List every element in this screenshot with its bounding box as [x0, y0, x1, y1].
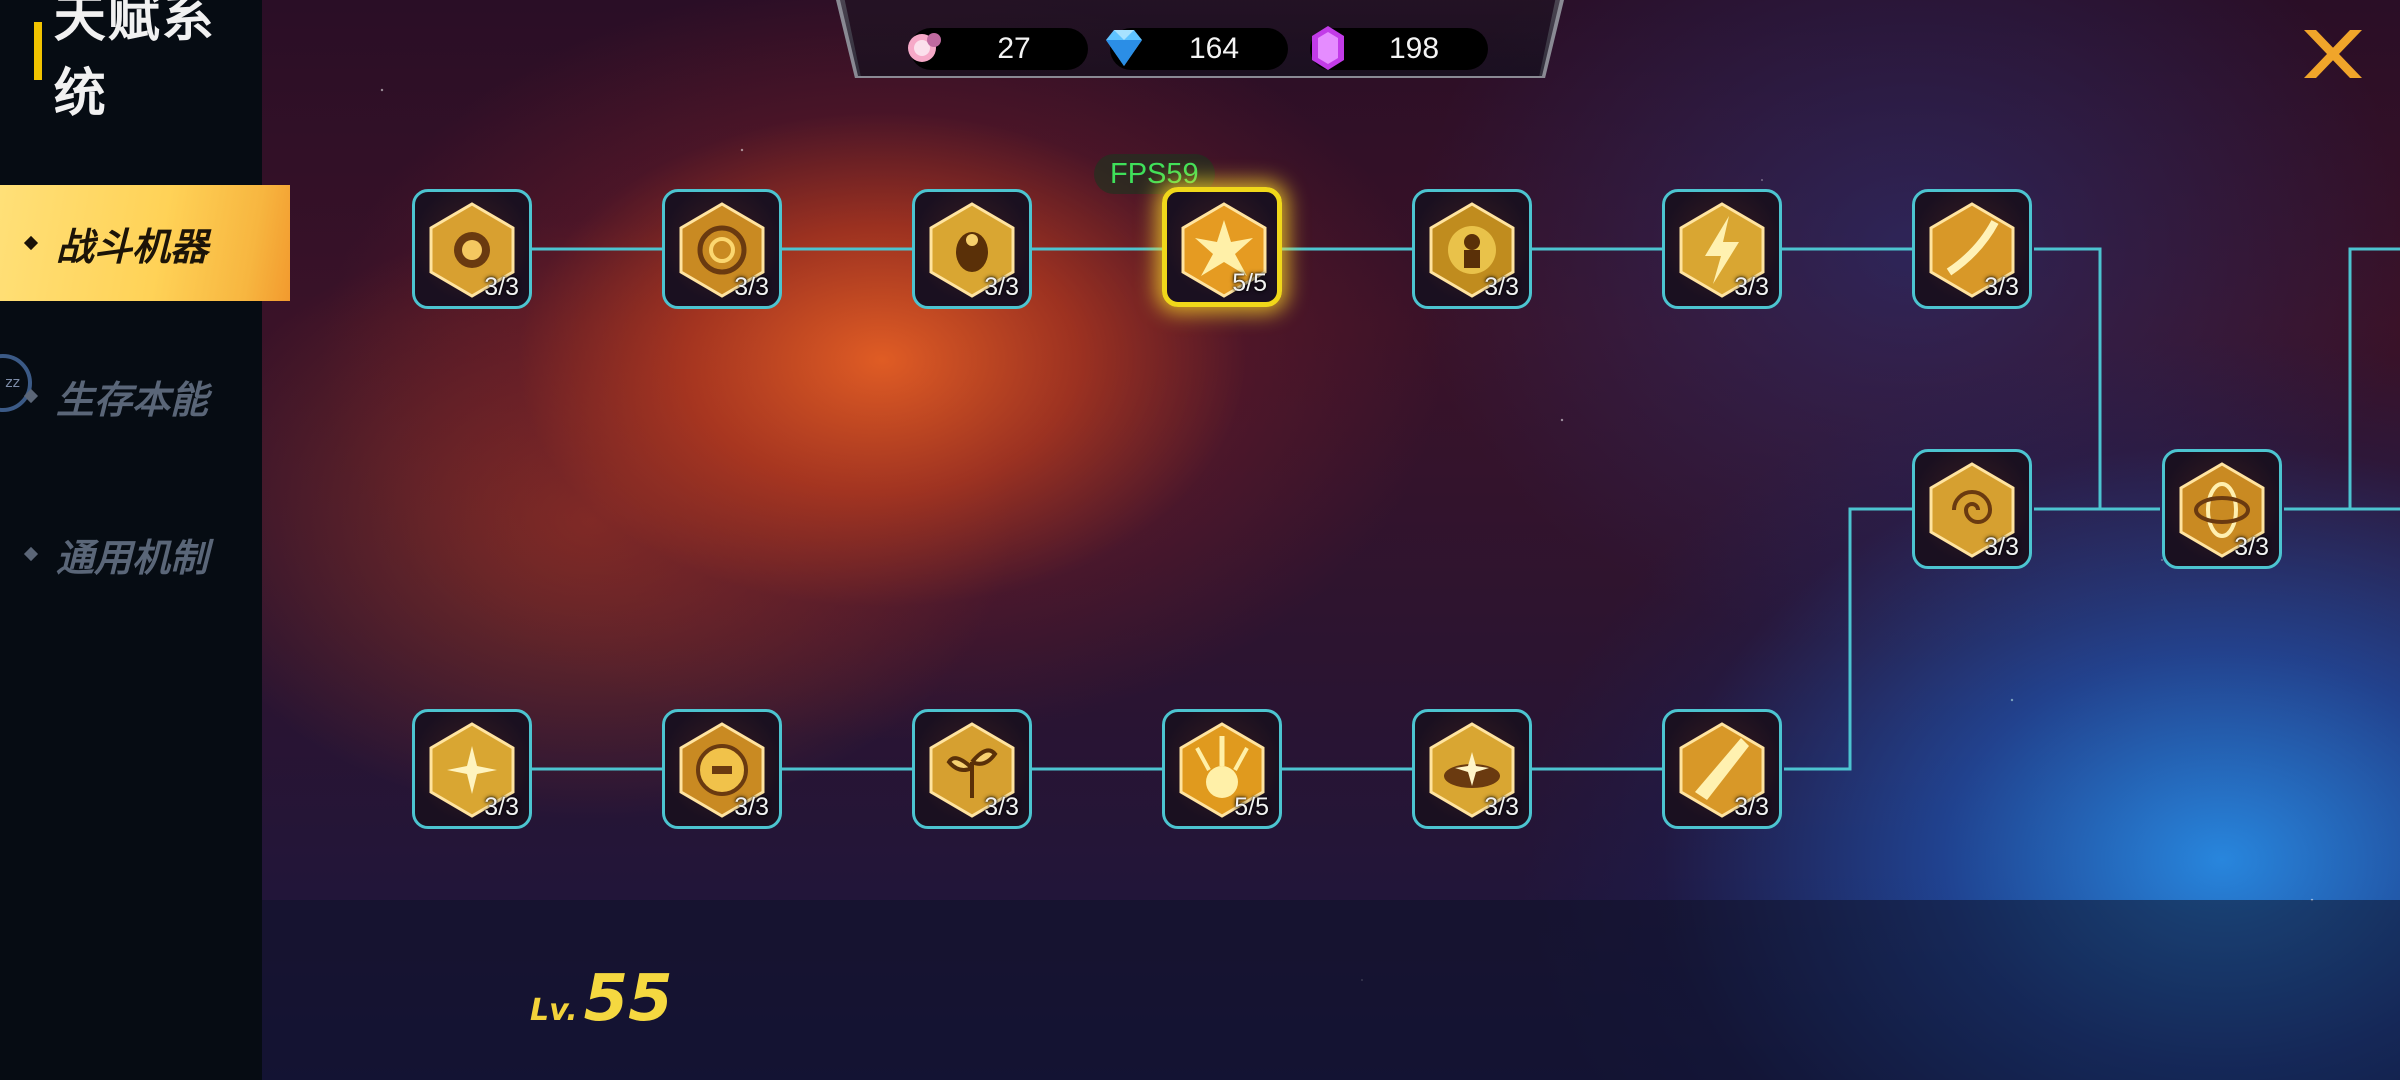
- tab-combat-machine[interactable]: 战斗机器: [0, 185, 290, 301]
- talent-level: 3/3: [734, 793, 769, 821]
- close-icon: [2304, 30, 2362, 78]
- page-title-text: 天赋系统: [53, 0, 216, 124]
- level-prefix: Lv.: [530, 993, 578, 1028]
- currency-value: 164: [1188, 32, 1240, 65]
- talent-node-r1-1[interactable]: 3/3: [412, 189, 532, 309]
- diamond-bullet-icon: [23, 235, 39, 251]
- sidebar: 天赋系统 战斗机器 zz 生存本能 通用机制: [0, 0, 290, 1080]
- talent-node-r1-4[interactable]: 5/5: [1162, 187, 1282, 307]
- diamond-bullet-icon: [23, 388, 39, 404]
- talent-level: 3/3: [984, 793, 1019, 821]
- currency-value: 27: [997, 32, 1031, 65]
- talent-level: 3/3: [1484, 273, 1519, 301]
- tab-label: 通用机制: [56, 535, 209, 580]
- talent-level: 3/3: [2234, 533, 2269, 561]
- talent-level: 5/5: [1234, 793, 1269, 821]
- talent-node-r1-7[interactable]: 3/3: [1912, 189, 2032, 309]
- diamond-icon: [1106, 30, 1142, 66]
- talent-level: 3/3: [1734, 793, 1769, 821]
- talent-node-r1-5[interactable]: 3/3: [1412, 189, 1532, 309]
- talent-node-r1-2[interactable]: 3/3: [662, 189, 782, 309]
- page-title: 天赋系统: [34, 0, 262, 124]
- diamond-bullet-icon: [23, 546, 39, 562]
- talent-node-r2-2[interactable]: 3/3: [2162, 449, 2282, 569]
- tab-general-mechanics[interactable]: 通用机制: [0, 496, 262, 612]
- talent-node-r1-6[interactable]: 3/3: [1662, 189, 1782, 309]
- purple-crystal-icon: [1312, 26, 1344, 70]
- talent-node-r3-4[interactable]: 5/5: [1162, 709, 1282, 829]
- talent-level: 3/3: [484, 793, 519, 821]
- currency-value: 198: [1388, 32, 1440, 65]
- talent-level: 3/3: [984, 273, 1019, 301]
- talent-level: 3/3: [1984, 273, 2019, 301]
- talent-level: 3/3: [734, 273, 769, 301]
- candy-icon: [908, 33, 941, 62]
- talent-node-r3-6[interactable]: 3/3: [1662, 709, 1782, 829]
- tab-label: 战斗机器: [56, 224, 209, 269]
- talent-node-r3-2[interactable]: 3/3: [662, 709, 782, 829]
- talent-node-r1-3[interactable]: 3/3: [912, 189, 1032, 309]
- level-number: 55: [583, 962, 673, 1036]
- talent-level: 5/5: [1232, 269, 1267, 297]
- tab-survival-instinct[interactable]: 生存本能: [0, 338, 262, 454]
- talent-node-r2-1[interactable]: 3/3: [1912, 449, 2032, 569]
- talent-node-r3-5[interactable]: 3/3: [1412, 709, 1532, 829]
- player-level: Lv. 55: [530, 962, 673, 1036]
- talent-level: 3/3: [1734, 273, 1769, 301]
- tab-label: 生存本能: [56, 377, 209, 422]
- talent-level: 3/3: [1484, 793, 1519, 821]
- talent-node-r3-1[interactable]: 3/3: [412, 709, 532, 829]
- talent-level: 3/3: [484, 273, 519, 301]
- talent-node-r3-3[interactable]: 3/3: [912, 709, 1032, 829]
- close-button[interactable]: [2300, 26, 2366, 82]
- talent-level: 3/3: [1984, 533, 2019, 561]
